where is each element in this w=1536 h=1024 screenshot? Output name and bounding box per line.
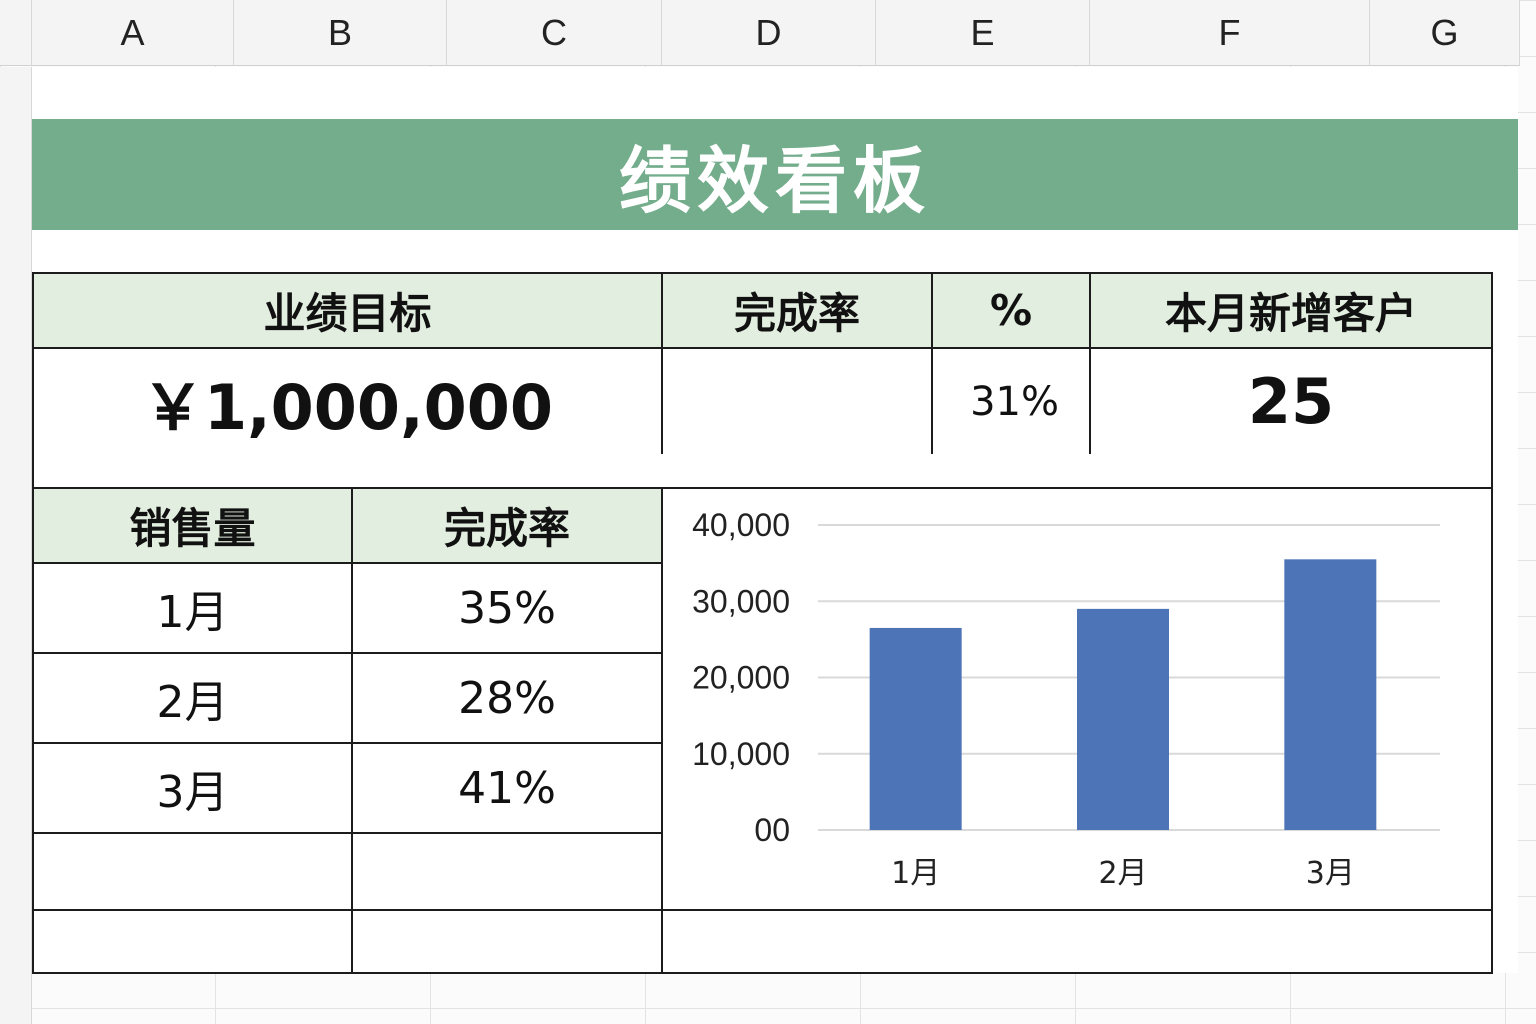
sales-bar-chart[interactable]: 00 10,000 20,000 30,000 40,000 1月 2月 3月 [661,487,1493,911]
dashboard-title[interactable]: 绩效看板 [32,119,1518,230]
percent-label-cell[interactable]: % [931,272,1091,349]
sales-header-cell[interactable]: 销售量 [32,487,353,564]
chart-bar [1284,559,1377,830]
target-label-cell[interactable]: 业绩目标 [32,272,663,349]
row-header-gutter [0,67,32,1024]
column-header-a[interactable]: A [32,0,234,66]
chart-x-category-label: 3月 [1306,856,1355,891]
table-row-rate-cell[interactable]: 35% [351,562,663,654]
table-row-month-cell[interactable]: 3月 [32,742,353,834]
completion-header-cell[interactable]: 完成率 [351,487,663,564]
empty-cell[interactable] [351,909,663,974]
empty-cell[interactable] [351,832,663,911]
chart-x-category-label: 1月 [891,856,940,891]
select-all-corner[interactable] [0,0,32,66]
chart-y-tick-label: 40,000 [692,507,790,543]
empty-cell[interactable] [32,909,353,974]
column-header-f[interactable]: F [1090,0,1370,66]
rate-value-cell[interactable] [661,347,933,456]
column-header-b[interactable]: B [234,0,447,66]
target-value-cell[interactable]: ￥1,000,000 [32,347,663,456]
table-row-rate-cell[interactable]: 41% [351,742,663,834]
chart-bar [1077,608,1169,830]
table-row-rate-cell[interactable]: 28% [351,652,663,744]
column-header-g[interactable]: G [1370,0,1520,66]
chart-bar [869,627,962,830]
column-header-c[interactable]: C [447,0,662,66]
spacer-row[interactable] [32,454,1493,489]
chart-x-category-label: 2月 [1098,856,1147,891]
table-row-month-cell[interactable]: 1月 [32,562,353,654]
column-header-d[interactable]: D [662,0,876,66]
chart-canvas: 00 10,000 20,000 30,000 40,000 1月 2月 3月 [692,507,1440,891]
table-row-month-cell[interactable]: 2月 [32,652,353,744]
chart-y-tick-label: 30,000 [692,583,790,619]
column-header-e[interactable]: E [876,0,1090,66]
new-customers-value-cell[interactable]: 25 [1089,347,1493,456]
chart-y-tick-label: 10,000 [692,736,790,772]
empty-cell[interactable] [661,909,1493,974]
rate-label-cell[interactable]: 完成率 [661,272,933,349]
chart-y-tick-label: 00 [754,812,790,848]
empty-cell[interactable] [32,832,353,911]
new-customers-label-cell[interactable]: 本月新增客户 [1089,272,1493,349]
chart-y-tick-label: 20,000 [692,660,790,696]
percent-value-cell[interactable]: 31% [931,347,1091,456]
